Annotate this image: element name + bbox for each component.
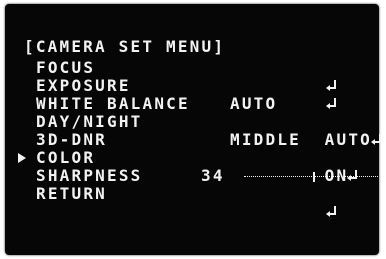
- menu-item-3d-dnr[interactable]: 3D-DNR MIDDLE: [27, 131, 299, 149]
- slider-track: [244, 176, 378, 178]
- enter-arrow-icon: [325, 206, 337, 218]
- menu-item-label: DAY/NIGHT: [36, 112, 143, 131]
- menu-item-return[interactable]: RETURN: [27, 185, 336, 217]
- camera-osd-menu: [CAMERA SET MENU] FOCUS EXPOSURE WHITE B…: [5, 4, 382, 255]
- right-triangle-cursor-icon: [18, 153, 26, 163]
- menu-item-label: RETURN: [36, 184, 107, 203]
- screenshot-frame: [CAMERA SET MENU] FOCUS EXPOSURE WHITE B…: [0, 0, 386, 259]
- menu-item-value: [232, 185, 337, 239]
- menu-item-label: WHITE BALANCE: [36, 94, 190, 113]
- menu-item-value: MIDDLE: [230, 130, 301, 149]
- menu-item-label: SHARPNESS: [36, 166, 143, 185]
- menu-item-white-balance[interactable]: WHITE BALANCE AUTO: [27, 95, 275, 113]
- menu-item-day-night[interactable]: DAY/NIGHT AUTO: [27, 113, 382, 149]
- menu-item-value: AUTO: [230, 94, 278, 113]
- menu-item-color[interactable]: COLOR ON: [27, 148, 358, 185]
- sharpness-slider[interactable]: [244, 172, 378, 182]
- menu-item-exposure[interactable]: EXPOSURE: [27, 77, 336, 109]
- enter-arrow-icon: [325, 98, 337, 110]
- menu-item-label: EXPOSURE: [36, 76, 131, 95]
- slider-knob[interactable]: [313, 172, 315, 182]
- menu-title: [CAMERA SET MENU]: [24, 37, 226, 56]
- menu-item-sharpness[interactable]: SHARPNESS 34: [27, 167, 378, 185]
- menu-item-label: COLOR: [36, 148, 96, 167]
- sharpness-value: 34: [201, 166, 225, 185]
- menu-item-label: FOCUS: [36, 58, 96, 77]
- menu-item-label: 3D-DNR: [36, 130, 107, 149]
- menu-item-focus[interactable]: FOCUS: [27, 58, 336, 91]
- enter-arrow-icon: [371, 134, 382, 146]
